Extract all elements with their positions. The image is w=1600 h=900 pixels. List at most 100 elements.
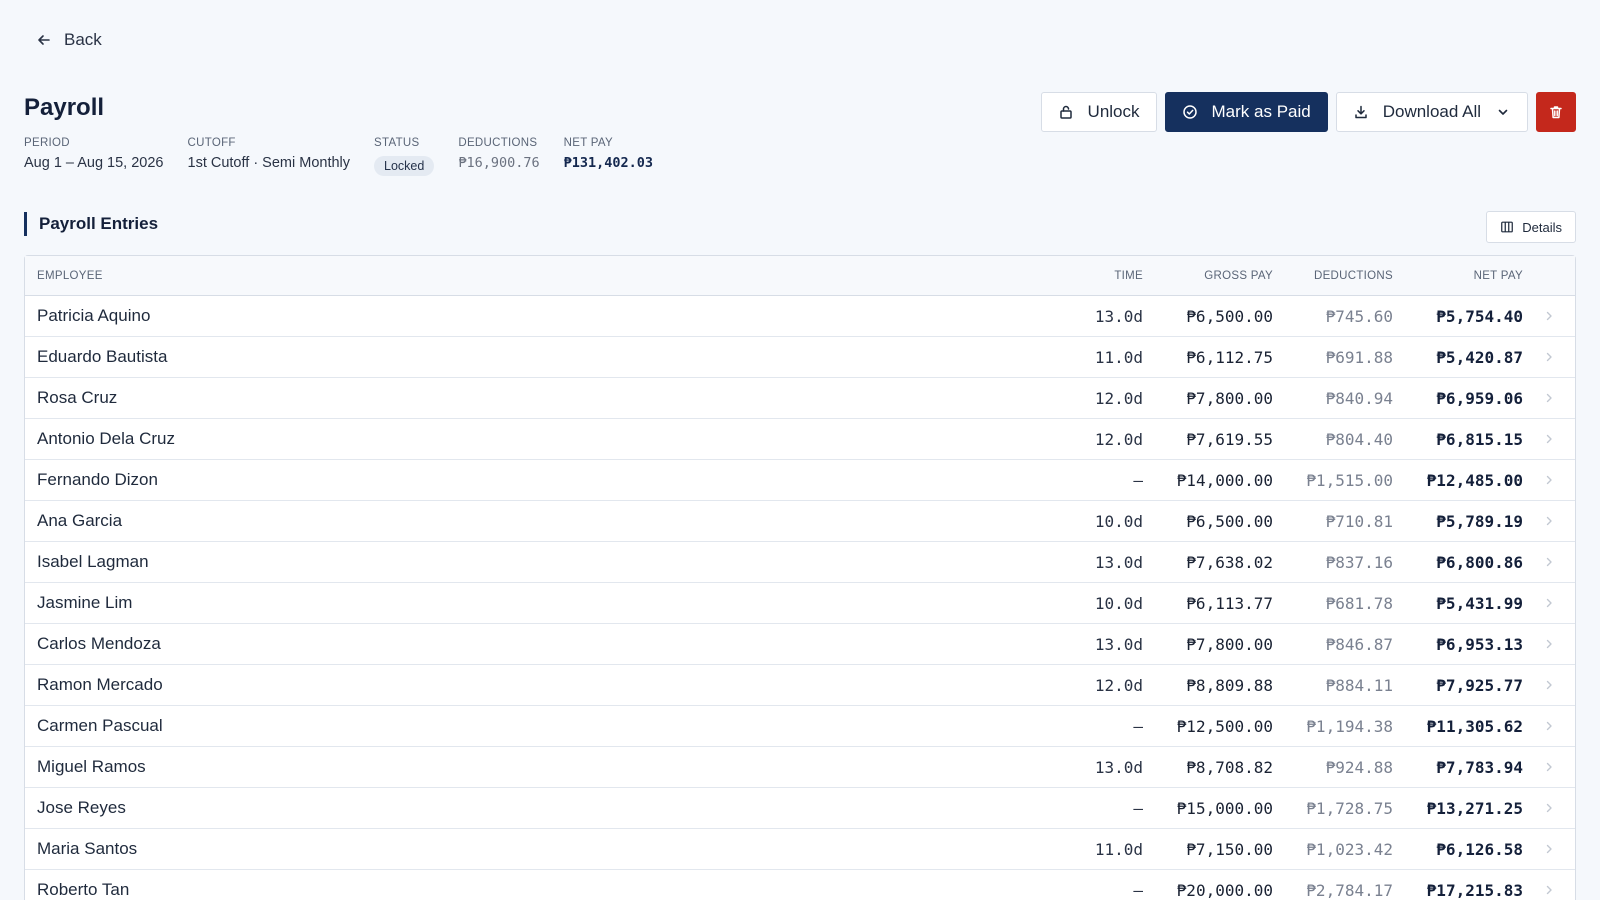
chevron-right-icon	[1546, 680, 1552, 690]
gross-pay-cell: ₱8,708.82	[1186, 757, 1273, 777]
employee-name: Miguel Ramos	[37, 757, 146, 776]
download-all-label: Download All	[1382, 102, 1481, 121]
cutoff-value: 1st Cutoff · Semi Monthly	[187, 155, 351, 171]
deductions-cell: ₱924.88	[1325, 757, 1393, 777]
time-cell: 13.0d	[1094, 306, 1143, 326]
time-cell: 13.0d	[1094, 552, 1143, 572]
table-row[interactable]: Roberto Tan – ₱20,000.00 ₱2,784.17 ₱17,2…	[25, 870, 1575, 900]
employee-name: Rosa Cruz	[37, 388, 118, 407]
table-row[interactable]: Isabel Lagman 13.0d ₱7,638.02 ₱837.16 ₱6…	[25, 542, 1575, 583]
net-pay-cell: ₱7,783.94	[1436, 757, 1523, 777]
table-row[interactable]: Miguel Ramos 13.0d ₱8,708.82 ₱924.88 ₱7,…	[25, 747, 1575, 788]
header-employee[interactable]: EMPLOYEE	[25, 270, 1013, 282]
table-row[interactable]: Patricia Aquino 13.0d ₱6,500.00 ₱745.60 …	[25, 296, 1575, 337]
net-pay-cell: ₱13,271.25	[1426, 798, 1523, 818]
table-row[interactable]: Maria Santos 11.0d ₱7,150.00 ₱1,023.42 ₱…	[25, 829, 1575, 870]
cutoff-label: CUTOFF	[187, 137, 236, 149]
time-cell: 10.0d	[1094, 511, 1143, 531]
deductions-cell: ₱840.94	[1325, 388, 1393, 408]
table-row[interactable]: Ramon Mercado 12.0d ₱8,809.88 ₱884.11 ₱7…	[25, 665, 1575, 706]
row-chevron	[1523, 556, 1575, 568]
download-all-button[interactable]: Download All	[1335, 92, 1528, 132]
row-chevron	[1523, 679, 1575, 691]
table-row[interactable]: Carlos Mendoza 13.0d ₱7,800.00 ₱846.87 ₱…	[25, 624, 1575, 665]
net-pay-cell: ₱6,959.06	[1436, 388, 1523, 408]
mark-as-paid-button[interactable]: Mark as Paid	[1164, 92, 1328, 132]
table-row[interactable]: Antonio Dela Cruz 12.0d ₱7,619.55 ₱804.4…	[25, 419, 1575, 460]
check-circle-icon	[1182, 105, 1197, 119]
table-row[interactable]: Ana Garcia 10.0d ₱6,500.00 ₱710.81 ₱5,78…	[25, 501, 1575, 542]
deductions-field: DEDUCTIONS ₱16,900.76	[458, 137, 539, 176]
gross-pay-cell: ₱14,000.00	[1176, 470, 1273, 490]
status-field: STATUS Locked	[374, 137, 435, 176]
gross-pay-cell: ₱6,500.00	[1186, 306, 1273, 326]
header-time[interactable]: TIME	[1013, 270, 1143, 282]
deductions-label: DEDUCTIONS	[458, 137, 538, 149]
deductions-cell: ₱846.87	[1325, 634, 1393, 654]
payroll-entries-table: EMPLOYEE TIME GROSS PAY DEDUCTIONS NET P…	[24, 255, 1576, 900]
net-pay-cell: ₱5,431.99	[1436, 593, 1523, 613]
row-chevron	[1523, 884, 1575, 896]
row-chevron	[1523, 351, 1575, 363]
chevron-down-icon	[1498, 109, 1508, 115]
employee-name: Eduardo Bautista	[37, 347, 168, 366]
chevron-right-icon	[1546, 434, 1552, 444]
deductions-cell: ₱1,023.42	[1306, 839, 1393, 859]
row-chevron	[1523, 310, 1575, 322]
deductions-cell: ₱710.81	[1325, 511, 1393, 531]
net-pay-field: NET PAY ₱131,402.03	[564, 137, 653, 176]
header-gross-pay[interactable]: GROSS PAY	[1143, 270, 1273, 282]
time-cell: 12.0d	[1094, 675, 1143, 695]
gross-pay-cell: ₱6,112.75	[1186, 347, 1273, 367]
arrow-left-icon	[38, 35, 50, 45]
chevron-right-icon	[1546, 516, 1552, 526]
employee-name: Roberto Tan	[37, 880, 130, 899]
header-net-pay[interactable]: NET PAY	[1393, 270, 1523, 282]
deductions-cell: ₱1,728.75	[1306, 798, 1393, 818]
row-chevron	[1523, 515, 1575, 527]
gross-pay-cell: ₱7,619.55	[1186, 429, 1273, 449]
deductions-cell: ₱681.78	[1325, 593, 1393, 613]
download-icon	[1354, 105, 1367, 119]
table-row[interactable]: Carmen Pascual – ₱12,500.00 ₱1,194.38 ₱1…	[25, 706, 1575, 747]
employee-name: Jose Reyes	[37, 798, 126, 817]
net-pay-cell: ₱6,815.15	[1436, 429, 1523, 449]
details-button[interactable]: Details	[1486, 211, 1576, 243]
net-pay-cell: ₱5,789.19	[1436, 511, 1523, 531]
cutoff-field: CUTOFF 1st Cutoff · Semi Monthly	[188, 137, 351, 176]
deductions-cell: ₱1,194.38	[1306, 716, 1393, 736]
period-value: Aug 1 – Aug 15, 2026	[24, 155, 164, 171]
table-body: Patricia Aquino 13.0d ₱6,500.00 ₱745.60 …	[25, 296, 1575, 900]
delete-button[interactable]	[1536, 92, 1576, 132]
chevron-right-icon	[1546, 352, 1552, 362]
employee-name: Antonio Dela Cruz	[37, 429, 175, 448]
row-chevron	[1523, 802, 1575, 814]
time-cell: 11.0d	[1094, 839, 1143, 859]
row-chevron	[1523, 720, 1575, 732]
back-label: Back	[64, 30, 102, 49]
table-row[interactable]: Jasmine Lim 10.0d ₱6,113.77 ₱681.78 ₱5,4…	[25, 583, 1575, 624]
time-cell: 12.0d	[1094, 429, 1143, 449]
table-row[interactable]: Rosa Cruz 12.0d ₱7,800.00 ₱840.94 ₱6,959…	[25, 378, 1575, 419]
deductions-cell: ₱691.88	[1325, 347, 1393, 367]
payroll-meta: PERIOD Aug 1 – Aug 15, 2026 CUTOFF 1st C…	[24, 137, 653, 176]
table-row[interactable]: Eduardo Bautista 11.0d ₱6,112.75 ₱691.88…	[25, 337, 1575, 378]
employee-name: Ramon Mercado	[37, 675, 163, 694]
chevron-right-icon	[1546, 803, 1552, 813]
trash-icon	[1550, 106, 1562, 119]
time-cell: –	[1133, 798, 1143, 818]
header-deductions[interactable]: DEDUCTIONS	[1273, 270, 1393, 282]
unlock-label: Unlock	[1087, 102, 1140, 121]
gross-pay-cell: ₱7,800.00	[1186, 634, 1273, 654]
chevron-right-icon	[1546, 721, 1552, 731]
mark-as-paid-label: Mark as Paid	[1211, 102, 1311, 121]
table-row[interactable]: Fernando Dizon – ₱14,000.00 ₱1,515.00 ₱1…	[25, 460, 1575, 501]
status-label: STATUS	[374, 137, 420, 149]
back-link[interactable]: Back	[36, 30, 102, 50]
net-pay-cell: ₱12,485.00	[1426, 470, 1523, 490]
unlock-button[interactable]: Unlock	[1040, 92, 1157, 132]
chevron-right-icon	[1546, 311, 1552, 321]
table-row[interactable]: Jose Reyes – ₱15,000.00 ₱1,728.75 ₱13,27…	[25, 788, 1575, 829]
chevron-right-icon	[1546, 639, 1552, 649]
page-title: Payroll	[24, 94, 105, 121]
